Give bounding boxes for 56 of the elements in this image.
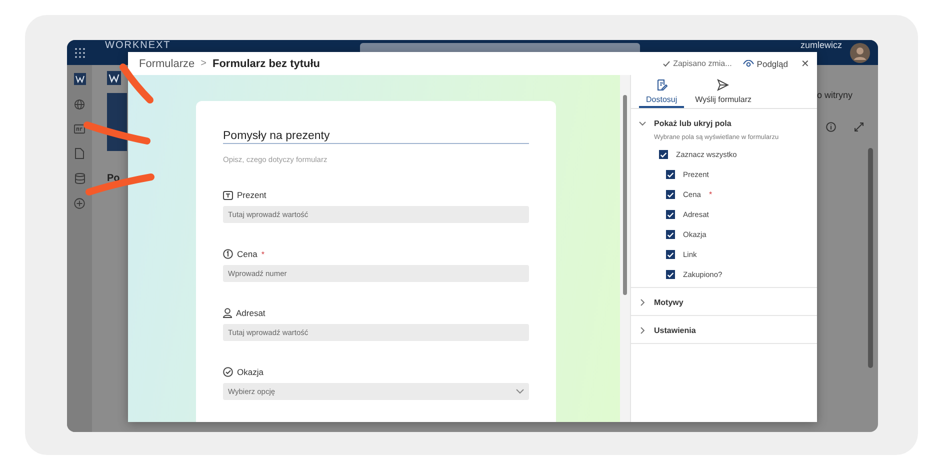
question-label: Adresat [236, 308, 266, 318]
check-icon [667, 192, 674, 198]
site-logo-icon[interactable] [74, 73, 86, 85]
image-icon[interactable] [74, 124, 85, 134]
globe-icon[interactable] [74, 99, 85, 110]
save-status: Zapisano zmia... [673, 59, 732, 68]
check-icon [667, 212, 674, 218]
app-launcher-icon[interactable] [75, 48, 85, 58]
scrollbar[interactable] [620, 75, 630, 422]
check-icon [667, 172, 674, 178]
send-icon [717, 79, 730, 91]
form-title-field[interactable]: Pomysły na prezenty [223, 130, 529, 144]
person-icon [223, 308, 232, 318]
question-label: Cena [237, 249, 258, 259]
scrollbar[interactable] [868, 148, 873, 368]
breadcrumb-separator: > [200, 58, 206, 69]
database-icon[interactable] [74, 173, 84, 184]
add-icon[interactable] [74, 198, 85, 209]
document-icon[interactable] [75, 148, 84, 159]
panel-tab[interactable]: Dostosuj [639, 79, 684, 108]
check-icon [667, 252, 674, 258]
chevron-icon [639, 327, 646, 334]
user-name: zumlewicz [800, 40, 842, 51]
expand-icon[interactable] [854, 122, 864, 132]
breadcrumb-current: Formularz bez tytułu [212, 58, 320, 70]
text-field-icon [223, 190, 233, 200]
info-icon[interactable] [826, 122, 836, 132]
site-link[interactable]: o witryny [817, 90, 853, 100]
preview-button[interactable]: Podgląd [742, 58, 788, 68]
site-logo-icon [107, 71, 121, 85]
highlight-stroke [84, 122, 150, 144]
highlight-stroke [86, 174, 154, 196]
question-label: Prezent [237, 190, 266, 200]
section-header[interactable]: Motywy [639, 288, 684, 307]
number-icon [223, 249, 233, 259]
check-icon [660, 152, 667, 158]
eye-icon [742, 60, 754, 68]
check-icon [667, 272, 674, 278]
chevron-icon [639, 120, 646, 127]
section-header[interactable]: Ustawienia [639, 316, 696, 335]
question-label: Okazja [237, 367, 264, 377]
breadcrumb-link[interactable]: Formularze [139, 58, 195, 70]
section-header[interactable]: Pokaż lub ukryj pola [639, 109, 732, 128]
avatar-icon[interactable] [850, 42, 870, 62]
required-mark: * [708, 190, 712, 199]
edit-form-icon [656, 79, 668, 91]
chevron-icon [639, 299, 646, 306]
page-heading: Po [107, 173, 120, 184]
check-icon [667, 232, 674, 238]
logo-text: WORKNEXT [105, 40, 171, 51]
check-icon [663, 60, 670, 66]
check-circle-icon [223, 367, 233, 377]
close-button[interactable]: ✕ [801, 58, 809, 70]
required-mark: * [261, 250, 264, 258]
chevron-down-icon [516, 389, 524, 394]
panel-tab[interactable]: Wyślij formularz [688, 79, 758, 108]
